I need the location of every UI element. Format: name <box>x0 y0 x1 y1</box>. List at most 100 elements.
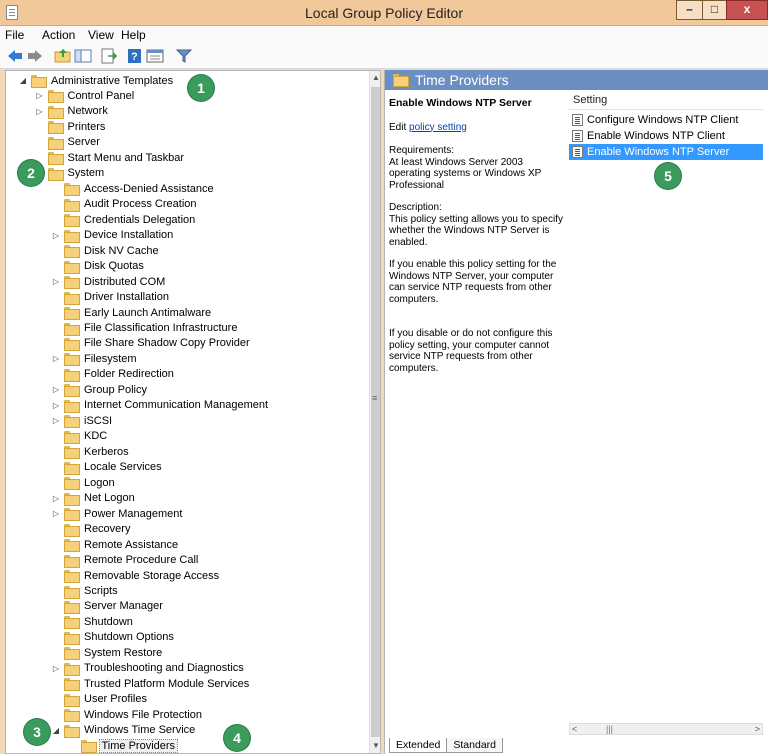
tree-item[interactable]: Shutdown Options <box>51 630 176 645</box>
tree-item[interactable]: KDC <box>51 429 109 444</box>
folder-icon <box>80 740 97 753</box>
tree-item[interactable]: ▷ Network <box>35 104 110 119</box>
tree-item[interactable]: Start Menu and Taskbar <box>35 150 187 166</box>
tree-vertical-scrollbar[interactable]: ▲ ≡ ▼ <box>369 71 380 753</box>
tree-item[interactable]: ▷ Control Panel <box>35 88 137 104</box>
close-button[interactable]: x <box>726 0 768 20</box>
tree-item[interactable]: ▷ Group Policy <box>51 382 149 398</box>
collapsed-arrow-icon[interactable]: ▷ <box>35 107 45 116</box>
properties-icon[interactable] <box>146 48 164 64</box>
tree-item[interactable]: ◢ Administrative Templates <box>18 73 175 88</box>
tree-item[interactable]: File Classification Infrastructure <box>51 321 239 336</box>
tab-extended[interactable]: Extended <box>389 738 448 753</box>
tree-item-label: Time Providers <box>98 738 179 753</box>
setting-row[interactable]: Enable Windows NTP Client <box>569 128 763 144</box>
expanded-arrow-icon[interactable]: ◢ <box>51 726 61 735</box>
tree-item[interactable]: Remote Assistance <box>51 537 180 553</box>
tree-item[interactable]: Removable Storage Access <box>51 568 221 584</box>
tree-item[interactable]: Server Manager <box>51 599 165 614</box>
tree-item[interactable]: Access-Denied Assistance <box>51 181 216 197</box>
tree-item[interactable]: Credentials Delegation <box>51 212 197 228</box>
scroll-up-arrow-icon[interactable]: ▲ <box>370 71 380 85</box>
tree-item[interactable]: ▷ Troubleshooting and Diagnostics <box>51 661 246 676</box>
collapsed-arrow-icon[interactable]: ▷ <box>51 354 61 363</box>
tree-item[interactable]: ▷ Filesystem <box>51 351 139 367</box>
tree-item[interactable]: Audit Process Creation <box>51 197 199 212</box>
menu-help[interactable]: Help <box>121 28 146 42</box>
tree-item[interactable]: ▷ Net Logon <box>51 491 137 506</box>
folder-icon <box>64 662 80 676</box>
callout-badge-4: 4 <box>224 725 250 751</box>
filter-icon[interactable] <box>175 48 193 64</box>
export-list-icon[interactable] <box>100 48 118 64</box>
tree-item[interactable]: Scripts <box>51 584 120 599</box>
minimize-button[interactable]: – <box>676 0 703 20</box>
tree-item[interactable]: Server <box>35 135 102 150</box>
collapsed-arrow-icon[interactable]: ▷ <box>35 91 45 100</box>
menu-file[interactable]: File <box>5 28 24 42</box>
maximize-button[interactable]: □ <box>702 0 727 20</box>
setting-column-header[interactable]: Setting <box>569 94 763 110</box>
settings-horizontal-scrollbar[interactable]: < ||| > <box>569 723 763 735</box>
tree-item[interactable]: Time Providers <box>68 738 179 753</box>
folder-icon <box>393 74 409 87</box>
edit-policy-setting-link[interactable]: policy setting <box>409 122 467 133</box>
scrollbar-grip-icon: ||| <box>606 724 614 734</box>
tree-item[interactable]: Early Launch Antimalware <box>51 305 213 321</box>
scroll-right-arrow-icon[interactable]: > <box>755 724 760 734</box>
collapsed-arrow-icon[interactable]: ▷ <box>51 385 61 394</box>
setting-row[interactable]: Configure Windows NTP Client <box>569 112 763 128</box>
tree-item[interactable]: Recovery <box>51 522 132 537</box>
show-hide-tree-icon[interactable] <box>74 48 92 64</box>
collapsed-arrow-icon[interactable]: ▷ <box>51 416 61 425</box>
tree-item-label: Network <box>67 105 108 118</box>
collapsed-arrow-icon[interactable]: ▷ <box>51 231 61 240</box>
scroll-left-arrow-icon[interactable]: < <box>572 724 577 734</box>
menu-view[interactable]: View <box>88 28 114 42</box>
folder-icon <box>64 214 80 228</box>
tree-item[interactable]: Logon <box>51 475 117 491</box>
tree-item[interactable]: ◢ Windows Time Service <box>51 723 197 738</box>
tree-item[interactable]: Remote Procedure Call <box>51 553 200 568</box>
tree-item[interactable]: ◢System <box>35 166 107 181</box>
scroll-down-arrow-icon[interactable]: ▼ <box>370 739 380 753</box>
forward-arrow-icon[interactable] <box>26 48 44 64</box>
tree-item[interactable]: Trusted Platform Module Services <box>51 676 251 692</box>
folder-icon <box>64 307 80 321</box>
folder-icon <box>64 461 80 475</box>
tree-item[interactable]: Shutdown <box>51 614 135 630</box>
tree-item[interactable]: Printers <box>35 119 108 135</box>
tree-item[interactable]: System Restore <box>51 645 164 661</box>
tree-item[interactable]: Driver Installation <box>51 290 171 305</box>
tab-standard[interactable]: Standard <box>446 738 503 753</box>
tree-item[interactable]: Disk NV Cache <box>51 243 161 259</box>
help-icon[interactable]: ? <box>126 48 144 64</box>
tree-item[interactable]: ▷ Internet Communication Management <box>51 398 270 413</box>
tree-item[interactable]: ▷ Device Installation <box>51 228 175 243</box>
scrollbar-thumb[interactable] <box>371 87 380 737</box>
collapsed-arrow-icon[interactable]: ▷ <box>51 277 61 286</box>
tree-item[interactable]: ▷ Distributed COM <box>51 274 167 290</box>
menu-action[interactable]: Action <box>42 28 75 42</box>
tree-item[interactable]: Windows File Protection <box>51 707 204 723</box>
tree-item[interactable]: User Profiles <box>51 692 149 707</box>
expanded-arrow-icon[interactable]: ◢ <box>18 76 28 85</box>
collapsed-arrow-icon[interactable]: ▷ <box>51 494 61 503</box>
tree-item[interactable]: ▷ iSCSI <box>51 413 114 429</box>
tree-item[interactable]: Disk Quotas <box>51 259 146 274</box>
tree-item[interactable]: Kerberos <box>51 444 131 460</box>
callout-badge-1: 1 <box>188 75 214 101</box>
tree-item[interactable]: ▷ Power Management <box>51 506 184 522</box>
tree-item[interactable]: Folder Redirection <box>51 367 176 382</box>
tree-item[interactable]: Locale Services <box>51 460 164 475</box>
back-arrow-icon[interactable] <box>6 48 24 64</box>
folder-icon <box>64 245 80 259</box>
description-text-2: If you enable this policy setting for th… <box>389 259 557 305</box>
setting-row[interactable]: Enable Windows NTP Server <box>569 144 763 160</box>
collapsed-arrow-icon[interactable]: ▷ <box>51 509 61 518</box>
collapsed-arrow-icon[interactable]: ▷ <box>51 401 61 410</box>
collapsed-arrow-icon[interactable]: ▷ <box>51 664 61 673</box>
tree-item[interactable]: File Share Shadow Copy Provider <box>51 336 252 351</box>
tree-item-label: Administrative Templates <box>51 74 174 87</box>
up-folder-icon[interactable] <box>54 48 72 64</box>
